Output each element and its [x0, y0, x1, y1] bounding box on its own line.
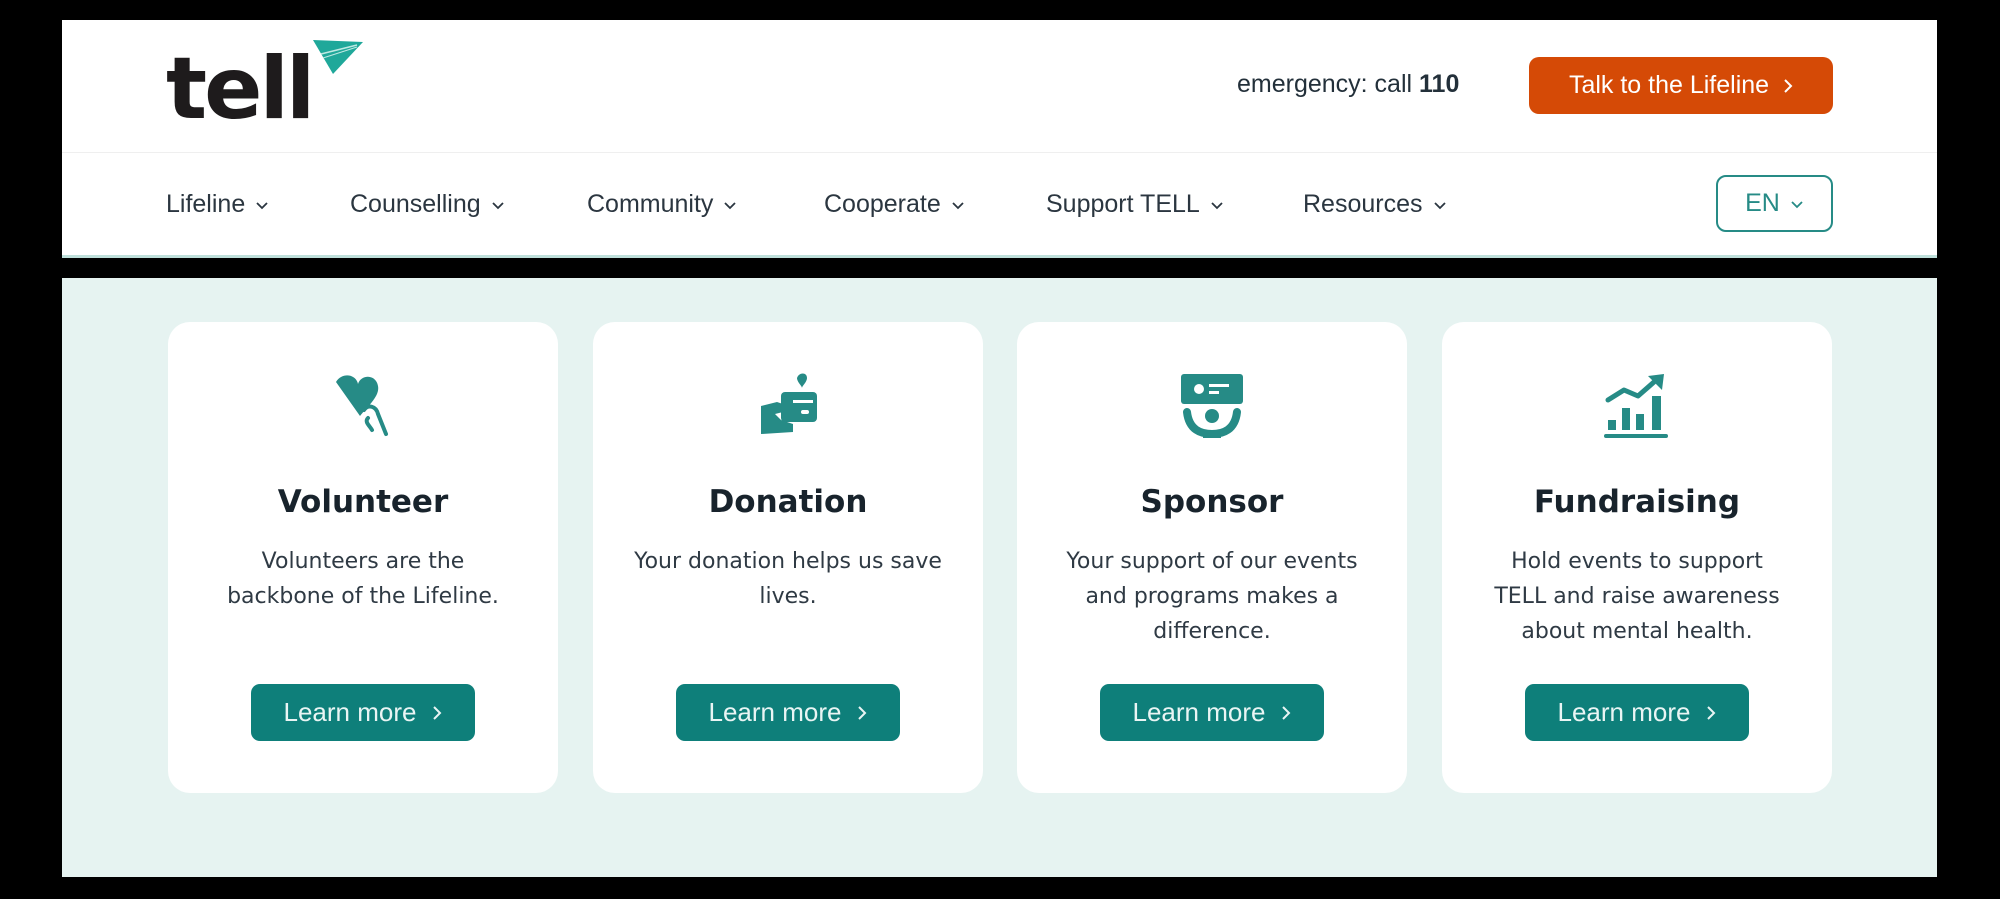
card-description: Your support of our events and programs …: [1066, 549, 1358, 644]
header-top-bar: tell emergency: call 110 Talk to the Lif…: [62, 20, 1937, 153]
chevron-right-icon: [858, 705, 867, 720]
chevron-right-icon: [1282, 705, 1291, 720]
learn-more-button[interactable]: Learn more: [1100, 684, 1324, 741]
button-label: Learn more: [1557, 697, 1691, 727]
nav-label: Cooperate: [824, 190, 941, 218]
cta-label: Talk to the Lifeline: [1568, 71, 1770, 99]
chevron-right-icon: [1707, 705, 1716, 720]
chevron-right-icon: [433, 705, 442, 720]
tell-logo[interactable]: tell: [166, 40, 366, 136]
card-description: Your donation helps us save lives.: [634, 549, 942, 609]
nav-item-cooperate[interactable]: Cooperate: [824, 190, 965, 219]
chevron-down-icon: [1211, 201, 1223, 209]
nav-label: Support TELL: [1046, 190, 1200, 218]
card-title: Fundraising: [1533, 484, 1741, 520]
chevron-right-icon: [1784, 78, 1793, 93]
card-donation: Donation Your donation helps us save liv…: [593, 322, 983, 793]
card-title: Sponsor: [1140, 484, 1284, 520]
nav-item-lifeline[interactable]: Lifeline: [166, 190, 269, 219]
nav-item-resources[interactable]: Resources: [1303, 190, 1447, 219]
chevron-down-icon: [1791, 200, 1803, 208]
learn-more-button[interactable]: Learn more: [251, 684, 475, 741]
nav-label: Counselling: [350, 190, 481, 218]
learn-more-button[interactable]: Learn more: [676, 684, 900, 741]
chevron-down-icon: [724, 201, 737, 209]
chevron-down-icon: [256, 201, 268, 209]
nav-item-counselling[interactable]: Counselling: [350, 190, 505, 219]
chevron-down-icon: [1433, 201, 1446, 209]
support-options-section: Volunteer Volunteers are the backbone of…: [62, 278, 1937, 877]
paper-plane-icon: [313, 40, 363, 74]
nav-item-community[interactable]: Community: [587, 190, 737, 219]
growth-chart-icon: [1604, 374, 1668, 438]
nav-label: Community: [587, 190, 714, 218]
chevron-down-icon: [952, 201, 964, 209]
card-volunteer: Volunteer Volunteers are the backbone of…: [168, 322, 558, 793]
card-description: Volunteers are the backbone of the Lifel…: [227, 549, 499, 609]
card-fundraising: Fundraising Hold events to support TELL …: [1442, 322, 1832, 793]
talk-to-lifeline-button[interactable]: Talk to the Lifeline: [1529, 57, 1833, 114]
card-title: Volunteer: [277, 484, 449, 520]
button-label: Learn more: [283, 697, 417, 727]
main-nav: Lifeline Counselling Community Cooperate…: [62, 152, 1937, 255]
nav-label: Resources: [1303, 190, 1423, 218]
chevron-down-icon: [492, 201, 504, 209]
sponsor-icon: [1181, 374, 1243, 439]
nav-label: Lifeline: [166, 190, 246, 218]
language-label: EN: [1745, 189, 1780, 217]
emergency-number[interactable]: 110: [1419, 70, 1459, 98]
card-sponsor: Sponsor Your support of our events and p…: [1017, 322, 1407, 793]
emergency-notice: emergency: call 110: [1237, 70, 1459, 99]
site-header: tell emergency: call 110 Talk to the Lif…: [62, 20, 1937, 258]
button-label: Learn more: [1132, 697, 1266, 727]
heart-in-hand-icon: [336, 375, 388, 436]
learn-more-button[interactable]: Learn more: [1525, 684, 1749, 741]
button-label: Learn more: [708, 697, 842, 727]
logo-text: tell: [166, 39, 315, 139]
donation-card-icon: [761, 373, 817, 434]
card-title: Donation: [708, 484, 868, 520]
card-description: Hold events to support TELL and raise aw…: [1494, 549, 1780, 644]
language-selector[interactable]: EN: [1716, 175, 1833, 232]
nav-item-support-tell[interactable]: Support TELL: [1046, 190, 1224, 219]
emergency-label: emergency: call: [1237, 70, 1420, 98]
